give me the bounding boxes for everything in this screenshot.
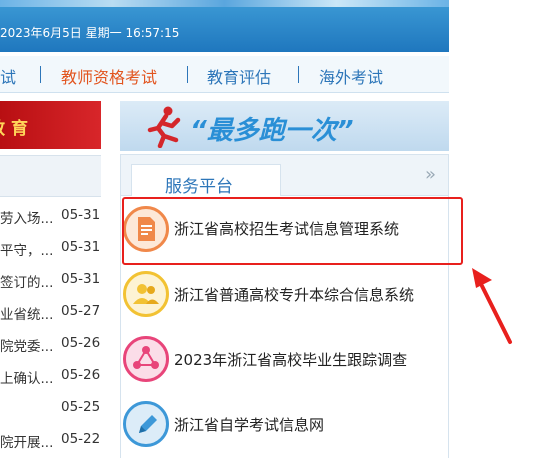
news-title[interactable]: 院党委...: [0, 335, 56, 355]
list-item[interactable]: 院开展... 05-22: [0, 431, 101, 451]
slogan-text: “最多跑一次”: [190, 116, 354, 146]
news-date: 05-25: [61, 399, 101, 415]
news-date: 05-26: [61, 335, 101, 351]
runner-icon: [147, 106, 181, 148]
network-icon[interactable]: [123, 336, 169, 382]
news-date: 05-26: [61, 367, 101, 383]
highlight-box: [122, 197, 463, 265]
service-link-upgrade-system[interactable]: 浙江省普通高校专升本综合信息系统: [174, 284, 414, 305]
service-link-self-study-exam[interactable]: 浙江省自学考试信息网: [174, 414, 324, 435]
news-title[interactable]: 上确认...: [0, 367, 56, 387]
list-item[interactable]: 劳入场... 05-31: [0, 207, 101, 227]
news-title[interactable]: 业省统...: [0, 303, 56, 323]
news-date: 05-31: [61, 271, 101, 287]
list-item[interactable]: 签订的... 05-31: [0, 271, 101, 291]
list-item[interactable]: 业省统... 05-27: [0, 303, 101, 323]
news-date: 05-27: [61, 303, 101, 319]
news-list-header: [0, 155, 101, 197]
banner-image-strip: [0, 0, 449, 7]
news-date: 05-22: [61, 431, 101, 447]
news-title[interactable]: 平守，...: [0, 239, 56, 259]
double-chevron-right-icon[interactable]: »: [425, 164, 436, 185]
header-datetime: 2023年6月5日 星期一 16:57:15: [0, 26, 180, 40]
news-date: 05-31: [61, 239, 101, 255]
left-banner-text: 教育: [0, 119, 34, 139]
list-item[interactable]: 05-25: [0, 399, 101, 419]
nav-item-education-evaluation[interactable]: 教育评估: [207, 64, 271, 88]
main-nav: 试 教师资格考试 教育评估 海外考试: [0, 56, 449, 93]
tab-service-platform-label: 服务平台: [165, 177, 233, 197]
nav-item-teacher-qualification[interactable]: 教师资格考试: [61, 64, 157, 88]
service-link-graduate-survey[interactable]: 2023年浙江省高校毕业生跟踪调查: [174, 349, 407, 370]
nav-item-overseas-exams[interactable]: 海外考试: [319, 64, 383, 88]
nav-separator: [40, 66, 41, 83]
nav-separator: [298, 66, 299, 83]
nav-separator: [187, 66, 188, 83]
pencil-icon[interactable]: [123, 401, 169, 447]
nav-item-exams[interactable]: 试: [0, 64, 16, 88]
news-title[interactable]: 签订的...: [0, 271, 56, 291]
list-item[interactable]: 上确认... 05-26: [0, 367, 101, 387]
pointer-arrow-icon: [472, 268, 512, 344]
news-title[interactable]: 院开展...: [0, 431, 56, 451]
users-icon[interactable]: [123, 271, 169, 317]
news-title[interactable]: 劳入场...: [0, 207, 56, 227]
list-item[interactable]: 平守，... 05-31: [0, 239, 101, 259]
list-item[interactable]: 院党委... 05-26: [0, 335, 101, 355]
news-date: 05-31: [61, 207, 101, 223]
